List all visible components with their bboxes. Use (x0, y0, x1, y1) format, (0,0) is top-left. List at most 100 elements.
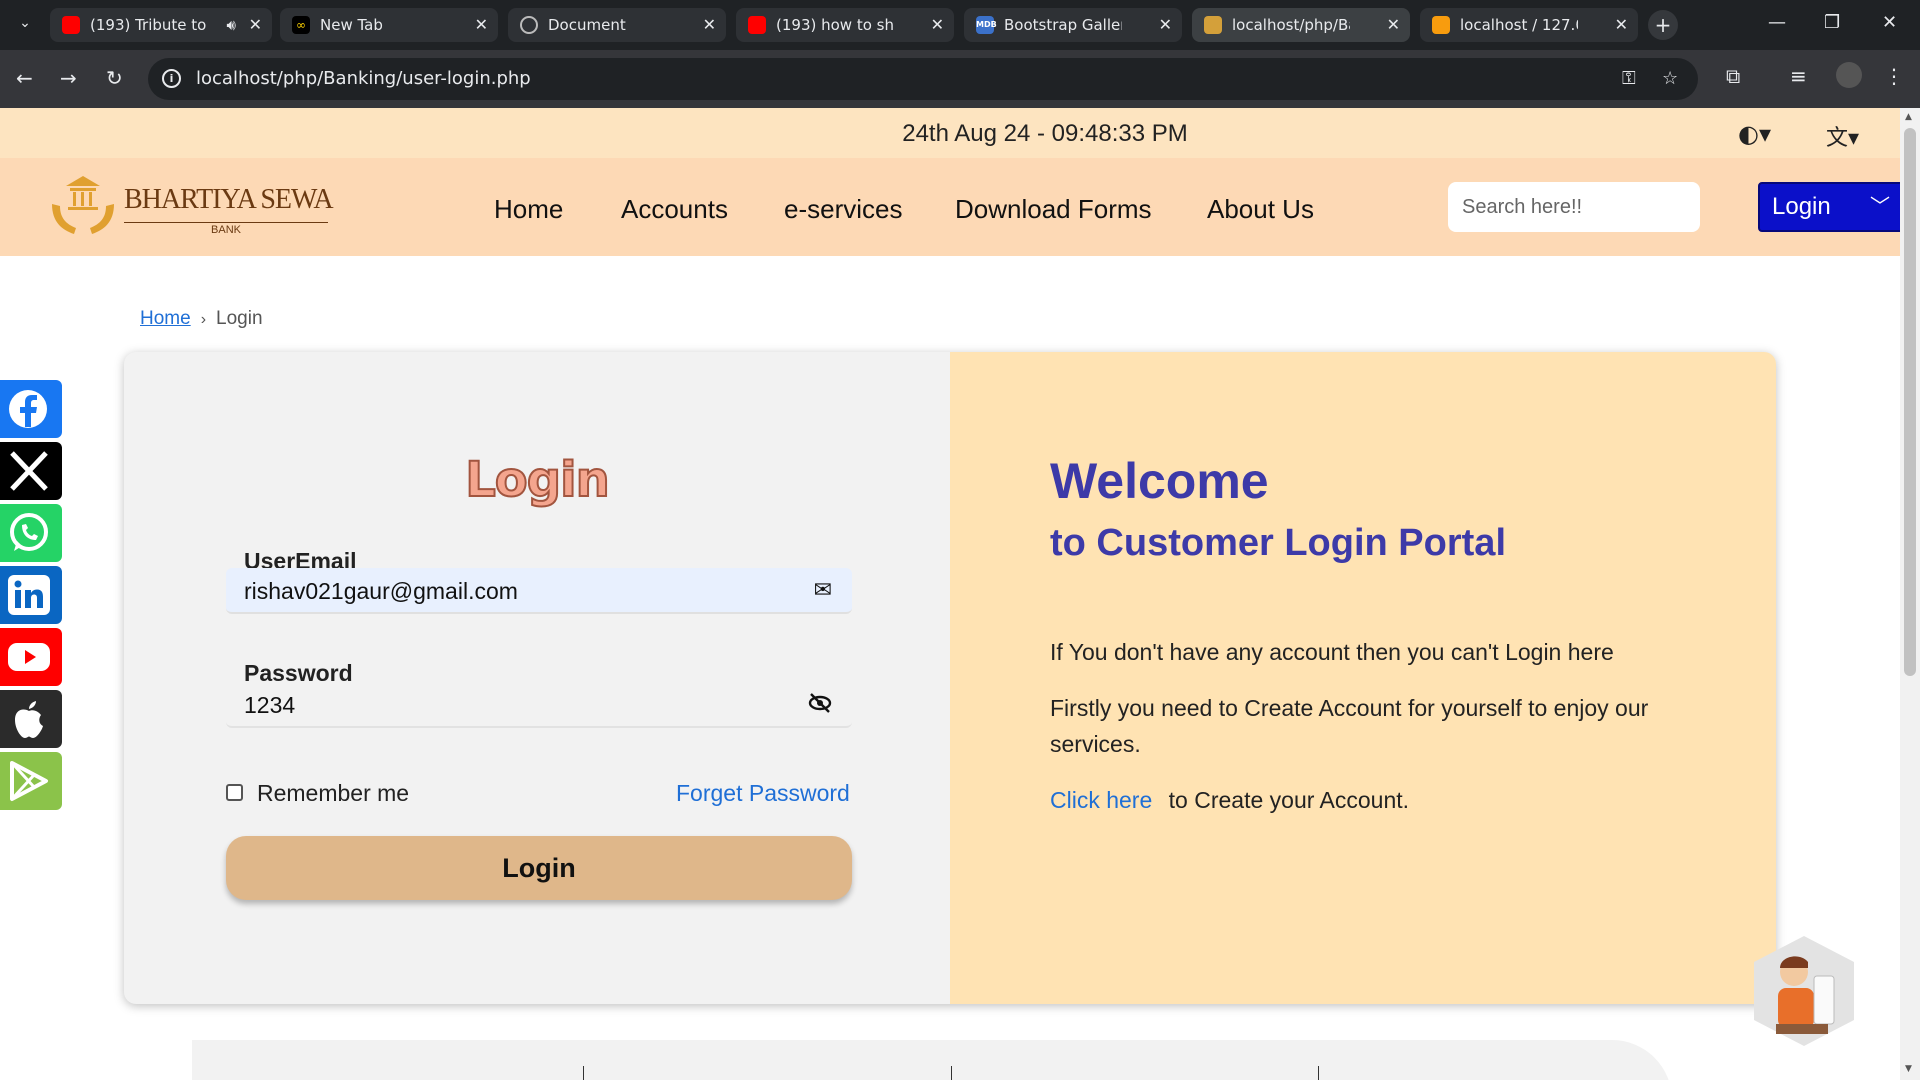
restore-icon[interactable]: ❐ (1824, 12, 1840, 33)
login-submit-button[interactable]: Login (226, 836, 852, 900)
profile-avatar[interactable] (1836, 62, 1862, 88)
welcome-subheading: to Customer Login Portal (1050, 522, 1506, 564)
page-viewport: 24th Aug 24 - 09:48:33 PM ◐▾ 文▾ BHARTIYA… (0, 108, 1900, 1080)
apple-link[interactable] (0, 690, 62, 748)
login-card: Login UserEmail rishav021gaur@gmail.com … (124, 352, 1776, 1004)
password-key-icon[interactable]: ⚿ (1622, 68, 1636, 89)
close-icon[interactable]: ✕ (475, 8, 488, 42)
x-link[interactable] (0, 442, 62, 500)
extensions-icon[interactable]: ⧉ (1726, 64, 1740, 88)
info-line-2: Firstly you need to Create Account for y… (1050, 695, 1649, 757)
bank-icon (1204, 16, 1222, 34)
infinity-icon: ∞ (292, 16, 310, 34)
youtube-icon (62, 16, 80, 34)
chatbot-avatar-icon[interactable] (1748, 932, 1860, 1052)
scrollbar-thumb[interactable] (1904, 128, 1916, 676)
info-line-1: If You don't have any account then you c… (1050, 639, 1614, 665)
close-icon[interactable]: ✕ (1615, 8, 1628, 42)
nav-link-about-us[interactable]: About Us (1207, 194, 1314, 225)
search-input[interactable] (1448, 182, 1700, 232)
google-play-icon (10, 761, 48, 801)
youtube-icon (748, 16, 766, 34)
facebook-link[interactable] (0, 380, 62, 438)
chevron-down-icon: ﹀ (1870, 196, 1890, 218)
login-dropdown-button[interactable]: Login ﹀ (1758, 182, 1900, 232)
contrast-icon[interactable]: ◐▾ (1738, 120, 1771, 148)
vertical-scrollbar[interactable]: ▲ ▼ (1900, 108, 1920, 1080)
translate-icon[interactable]: 文▾ (1826, 120, 1859, 152)
speaker-icon[interactable]: 🔊︎ (227, 8, 236, 42)
nav-link-accounts[interactable]: Accounts (621, 194, 728, 225)
nav-link-download-forms[interactable]: Download Forms (955, 194, 1152, 225)
browser-tab[interactable]: ∞ New Tab ✕ (280, 8, 498, 42)
email-field[interactable]: rishav021gaur@gmail.com ✉ (226, 568, 852, 614)
top-info-strip: 24th Aug 24 - 09:48:33 PM ◐▾ 文▾ (0, 108, 1900, 158)
envelope-icon: ✉ (813, 578, 832, 603)
mdb-icon: MDB (976, 16, 997, 34)
linkedin-icon (8, 575, 50, 615)
footer-divider (1318, 1066, 1319, 1080)
nav-link-home[interactable]: Home (494, 194, 563, 225)
google-play-link[interactable] (0, 752, 62, 810)
tab-search-button[interactable]: ⌄ (14, 12, 36, 34)
linkedin-link[interactable] (0, 566, 62, 624)
nav-link-e-services[interactable]: e-services (784, 194, 902, 225)
create-account-text: to Create your Account. (1168, 787, 1410, 813)
bank-logo-icon[interactable] (48, 172, 118, 242)
media-control-icon[interactable]: ≡ (1790, 64, 1807, 88)
password-value[interactable]: 1234 (244, 692, 295, 719)
minimize-icon[interactable]: — (1768, 12, 1786, 33)
footer-band (192, 1040, 1672, 1080)
bookmark-star-icon[interactable]: ☆ (1662, 68, 1678, 89)
welcome-heading: Welcome (1050, 453, 1269, 509)
menu-kebab-icon[interactable]: ⋮ (1884, 64, 1904, 88)
phpmyadmin-icon (1432, 16, 1450, 34)
brand-name[interactable]: BHARTIYA SEWA (124, 184, 334, 216)
close-icon[interactable]: ✕ (703, 8, 716, 42)
browser-tab[interactable]: MDB Bootstrap Gallery - fr ✕ (964, 8, 1182, 42)
globe-icon (520, 16, 538, 34)
x-icon (10, 451, 48, 491)
footer-divider (951, 1066, 952, 1080)
create-account-link[interactable]: Click here (1050, 787, 1152, 813)
reload-icon[interactable]: ↻ (106, 66, 123, 90)
browser-tab[interactable]: Document ✕ (508, 8, 726, 42)
scroll-up-arrow-icon[interactable]: ▲ (1905, 112, 1912, 122)
forget-password-link[interactable]: Forget Password (676, 780, 850, 807)
email-value[interactable]: rishav021gaur@gmail.com (244, 578, 518, 605)
breadcrumb-separator-icon: › (200, 311, 207, 328)
address-bar[interactable]: i localhost/php/Banking/user-login.php ⚿… (148, 58, 1698, 100)
login-title: Login (464, 451, 611, 509)
whatsapp-icon (10, 513, 48, 551)
browser-tab-bar: ⌄ (193) Tribute to S 🔊︎ ✕ ∞ New Tab ✕ Do… (0, 0, 1920, 50)
youtube-link[interactable] (0, 628, 62, 686)
create-account-line: Click here to Create your Account. (1050, 782, 1670, 818)
password-field[interactable]: 1234 (226, 682, 852, 728)
datetime-display: 24th Aug 24 - 09:48:33 PM (902, 120, 1188, 147)
close-icon[interactable]: ✕ (1387, 8, 1400, 42)
site-info-icon[interactable]: i (162, 69, 181, 88)
eye-slash-icon[interactable] (808, 692, 832, 720)
scroll-down-arrow-icon[interactable]: ▼ (1905, 1064, 1912, 1074)
browser-tab-active[interactable]: localhost/php/Bankin ✕ (1192, 8, 1410, 42)
browser-tab[interactable]: (193) how to show al ✕ (736, 8, 954, 42)
forward-icon[interactable]: → (60, 66, 77, 90)
breadcrumb-current: Login (216, 308, 263, 329)
close-icon[interactable]: ✕ (931, 8, 944, 42)
welcome-panel: Welcome to Customer Login Portal If You … (950, 352, 1776, 1004)
close-icon[interactable]: ✕ (1159, 8, 1172, 42)
back-icon[interactable]: ← (16, 66, 33, 90)
remember-label: Remember me (257, 780, 410, 806)
remember-me[interactable]: Remember me (226, 780, 409, 807)
brand-subtitle: BANK (124, 222, 328, 236)
new-tab-button[interactable]: + (1648, 10, 1678, 40)
whatsapp-link[interactable] (0, 504, 62, 562)
remember-checkbox[interactable] (226, 784, 243, 802)
youtube-icon (8, 643, 50, 671)
url-text[interactable]: localhost/php/Banking/user-login.php (196, 68, 531, 89)
close-icon[interactable]: ✕ (249, 8, 262, 42)
browser-tab[interactable]: localhost / 127.0.0.1 / ✕ (1420, 8, 1638, 42)
close-window-icon[interactable]: ✕ (1882, 12, 1897, 33)
breadcrumb-home-link[interactable]: Home (140, 308, 191, 329)
browser-tab[interactable]: (193) Tribute to S 🔊︎ ✕ (50, 8, 272, 42)
